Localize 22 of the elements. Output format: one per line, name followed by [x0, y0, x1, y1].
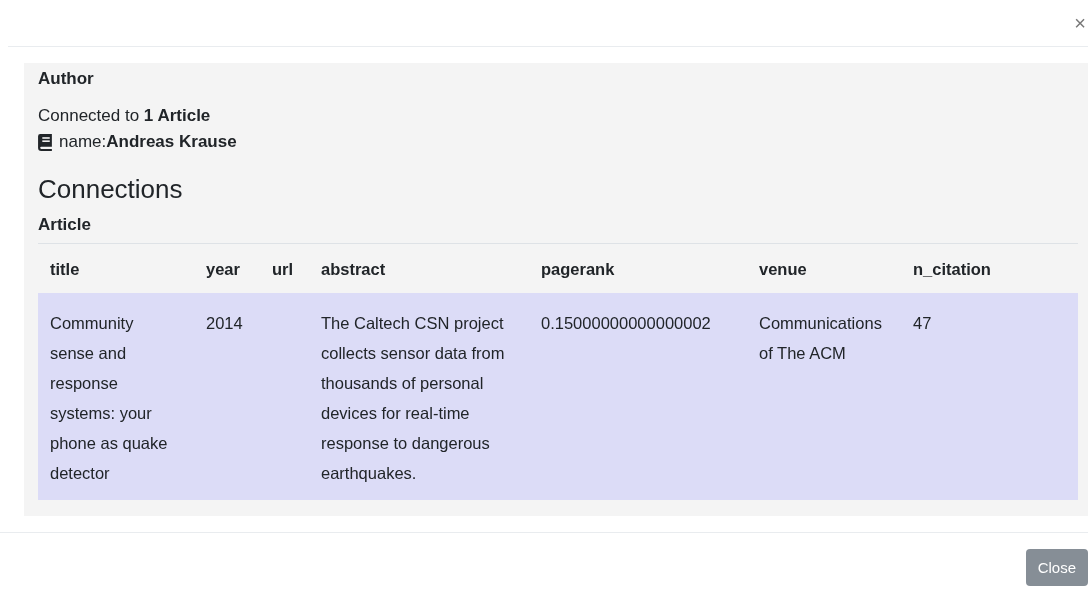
property-text: name:Andreas Krause	[59, 131, 237, 153]
book-icon	[38, 133, 53, 151]
close-button[interactable]: Close	[1025, 549, 1088, 586]
column-header: title	[38, 243, 194, 293]
group-heading: Article	[38, 214, 92, 236]
connection-count: Connected to 1 Article	[38, 105, 212, 127]
table-cell: 0.15000000000000002	[541, 314, 711, 332]
table-cell: Community sense and response systems: your phone as quake detector	[50, 314, 168, 482]
column-header: n_citation	[901, 243, 1078, 293]
column-header: abstract	[309, 243, 529, 293]
column-header: venue	[747, 243, 901, 293]
close-icon[interactable]: ×	[1074, 11, 1086, 35]
table-cell: The Caltech CSN project collects sensor data from thousands of personal devices for real-time response to dangerous earthquakes.	[321, 314, 505, 482]
table-cell: 2014	[206, 314, 243, 332]
table-row[interactable]	[38, 293, 1078, 500]
column-header: year	[194, 243, 260, 293]
table-cell: 47	[913, 314, 932, 332]
column-header: pagerank	[529, 243, 747, 293]
node-label: Author	[38, 69, 95, 89]
table-cell: Communications of The ACM	[759, 314, 882, 362]
column-header: url	[260, 243, 309, 293]
section-heading: Connections	[38, 173, 184, 206]
